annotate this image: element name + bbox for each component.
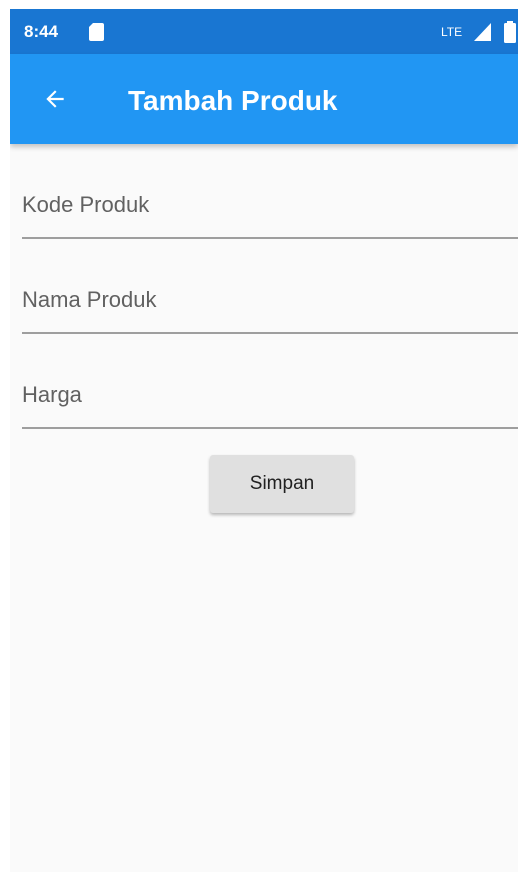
nama-produk-input[interactable] [22, 283, 512, 317]
kode-produk-field [22, 144, 518, 239]
sd-card-icon [89, 23, 104, 41]
app-bar: Tambah Produk [10, 54, 518, 144]
nama-produk-field [22, 239, 518, 334]
page-title: Tambah Produk [128, 85, 338, 116]
arrow-back-icon [46, 90, 64, 108]
signal-icon [474, 23, 491, 41]
status-time: 8:44 [24, 22, 59, 41]
harga-input[interactable] [22, 378, 512, 412]
harga-field [22, 334, 518, 429]
battery-icon [504, 21, 516, 43]
back-button[interactable] [30, 74, 80, 124]
status-bar: 8:44 LTE [10, 9, 518, 54]
network-type-label: LTE [441, 25, 463, 39]
kode-produk-input[interactable] [22, 188, 512, 222]
product-form: Simpan [22, 144, 518, 513]
simpan-button[interactable]: Simpan [210, 455, 354, 513]
phone-screen: 8:44 LTE Tambah Produk Kode Produk Nama … [10, 9, 518, 872]
